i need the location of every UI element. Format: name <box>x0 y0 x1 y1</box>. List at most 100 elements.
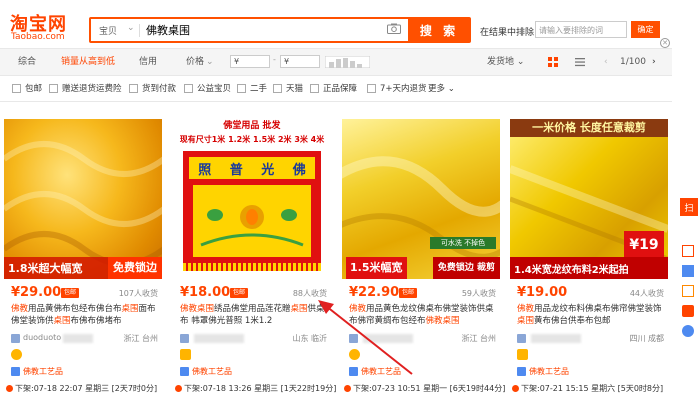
search-box: 宝贝 ⌄ <box>89 17 410 43</box>
filter-label: 天猫 <box>286 84 304 94</box>
sidebar-icon[interactable] <box>682 305 694 317</box>
tag-icon <box>517 367 526 376</box>
product-card[interactable]: 1.8米超大幅宽 免费锁边 ¥29.00 包邮 107人收货 佛教用品黄佛布包经… <box>4 119 162 403</box>
delist-time: 下架:07-18 22:07 星期三 [2天7时0分] <box>6 383 157 394</box>
sidebar-icon[interactable] <box>682 265 694 277</box>
sales-count: 107人收货 <box>118 289 158 298</box>
price-row: ¥19.00 44人收货 <box>517 285 664 301</box>
filter-second-hand[interactable]: 二手 <box>237 83 267 95</box>
annotation-arrow <box>318 300 413 375</box>
sidebar-tab[interactable]: 扫 <box>680 198 698 216</box>
close-icon[interactable]: ✕ <box>660 38 670 48</box>
product-title[interactable]: 佛教用品黄佛布包经布佛台布桌围面布佛堂装饰供桌围布佛布佛堵布 <box>11 303 158 327</box>
price-from-input[interactable]: ¥ <box>230 55 270 68</box>
title-highlight: 桌围 <box>121 304 139 314</box>
clock-icon <box>175 385 182 392</box>
search-input[interactable] <box>146 21 366 39</box>
sort-sales[interactable]: 销量从高到低 <box>61 49 115 75</box>
filter-more[interactable]: 更多 ⌄ <box>428 83 455 95</box>
exclude-label: 在结果中排除 <box>480 28 535 38</box>
filter-free-shipping[interactable]: 包邮 <box>12 83 42 95</box>
title-text: 黄布佛台供奉布包邮 <box>534 316 611 326</box>
price-dash: - <box>273 55 276 64</box>
checkbox[interactable] <box>237 84 246 93</box>
price-range-histogram-icon[interactable] <box>325 56 370 68</box>
shop-name[interactable]: duoduoto <box>23 333 61 342</box>
cloth-char: 光 <box>261 162 275 178</box>
tag-text[interactable]: 佛教工艺品 <box>529 366 569 377</box>
image-sizes: 现有尺寸1米 1.2米 1.5米 2米 3米 4米 <box>179 135 325 144</box>
delist-time: 下架:07-21 15:15 星期六 [5天0时8分] <box>512 383 663 394</box>
exclude-confirm-button[interactable]: 确定 <box>631 21 660 38</box>
sort-credit[interactable]: 信用 <box>139 49 157 75</box>
product-card[interactable]: 一米价格 长度任意裁剪 ¥19 1.4米宽龙纹布料2米起拍 ¥19.00 44人… <box>510 119 668 403</box>
taobao-logo[interactable]: 淘宝网 Taobao.com <box>10 10 80 42</box>
blurred-shop-name <box>531 334 581 343</box>
checkbox[interactable] <box>49 84 58 93</box>
product-image[interactable]: 1.8米超大幅宽 免费锁边 <box>4 119 162 279</box>
price: ¥19.00 <box>517 285 568 300</box>
title-text: 布佛布佛堵布 <box>70 316 122 326</box>
filter-charity[interactable]: 公益宝贝 <box>184 83 231 95</box>
tag-text[interactable]: 佛教工艺品 <box>23 366 63 377</box>
image-banner: 1.8米超大幅宽 免费锁边 <box>4 257 162 279</box>
exclude-input[interactable]: 请输入要排除的词 <box>535 21 627 38</box>
blurred-shop-name <box>194 334 244 343</box>
camera-icon[interactable] <box>387 23 401 34</box>
medal-icon <box>11 349 22 360</box>
price: ¥29.00 <box>11 285 62 300</box>
image-header: 佛堂用品 批发 <box>223 121 281 131</box>
checkbox[interactable] <box>129 84 138 93</box>
filter-return-insurance[interactable]: 赠送退货运费险 <box>49 83 122 95</box>
filter-7day-return[interactable]: 7+天内退货 <box>367 83 427 95</box>
shop-row: 四川 成都 <box>517 333 664 345</box>
delist-text: 下架:07-21 15:15 星期六 [5天0时8分] <box>521 384 664 393</box>
fabric-pattern <box>4 141 162 267</box>
filter-cod[interactable]: 货到付款 <box>129 83 176 95</box>
delist-text: 下架:07-18 22:07 星期三 [2天7时0分] <box>15 384 158 393</box>
location: 浙江 台州 <box>461 334 496 343</box>
medal-icon <box>517 349 528 360</box>
filter-tmall[interactable]: 天猫 <box>273 83 303 95</box>
product-image[interactable]: 可水洗 不掉色 1.5米幅宽 免费锁边 裁剪 <box>342 119 500 279</box>
price-to-input[interactable]: ¥ <box>280 55 320 68</box>
free-shipping-badge: 包邮 <box>230 288 248 298</box>
product-image[interactable]: 一米价格 长度任意裁剪 ¥19 1.4米宽龙纹布料2米起拍 <box>510 119 668 279</box>
ship-from-label: 发货地 <box>487 57 515 67</box>
search-scope-select[interactable]: 宝贝 <box>99 24 117 37</box>
prev-page-icon[interactable]: ‹ <box>604 49 608 75</box>
filter-genuine[interactable]: 正品保障 <box>310 83 357 95</box>
checkbox[interactable] <box>273 84 282 93</box>
checkbox[interactable] <box>184 84 193 93</box>
filter-label: 赠送退货运费险 <box>62 84 122 94</box>
title-highlight: 佛教桌围 <box>180 304 215 314</box>
grid-view-icon[interactable] <box>548 57 558 67</box>
title-highlight: 佛教 <box>11 304 29 314</box>
image-banner: 1.5米幅宽 免费锁边 裁剪 <box>342 257 500 279</box>
logo-sub-text: Taobao.com <box>11 32 65 42</box>
product-title[interactable]: 佛教用品龙纹布料佛桌布佛帘佛堂装饰桌围黄布佛台供奉布包邮 <box>517 303 664 327</box>
sidebar-icon[interactable] <box>682 325 694 337</box>
next-page-icon[interactable]: › <box>652 49 656 75</box>
chevron-down-icon[interactable]: ⌄ <box>127 23 135 33</box>
filter-label: 货到付款 <box>142 84 177 94</box>
sidebar-icon[interactable] <box>682 285 694 297</box>
checkbox[interactable] <box>367 84 376 93</box>
price: ¥18.00 <box>180 285 231 300</box>
sort-price[interactable]: 价格 <box>186 49 204 75</box>
checkbox[interactable] <box>310 84 319 93</box>
sidebar-icon[interactable] <box>682 245 694 257</box>
tag-text[interactable]: 佛教工艺品 <box>192 366 232 377</box>
right-sidebar <box>672 48 698 403</box>
blurred-text <box>63 334 93 343</box>
chevron-down-icon[interactable]: ⌄ <box>206 49 214 75</box>
cloth-char: 照 <box>198 162 212 178</box>
location: 四川 成都 <box>629 334 664 343</box>
product-image[interactable]: 佛堂用品 批发 现有尺寸1米 1.2米 1.5米 2米 3米 4米 照 普 光 … <box>173 119 331 279</box>
ship-from-filter[interactable]: 发货地 ⌄ <box>487 49 524 75</box>
checkbox[interactable] <box>12 84 21 93</box>
search-button[interactable]: 搜 索 <box>408 17 471 43</box>
clock-icon <box>6 385 13 392</box>
sort-default[interactable]: 综合 <box>18 49 36 75</box>
list-view-icon[interactable] <box>575 57 585 67</box>
